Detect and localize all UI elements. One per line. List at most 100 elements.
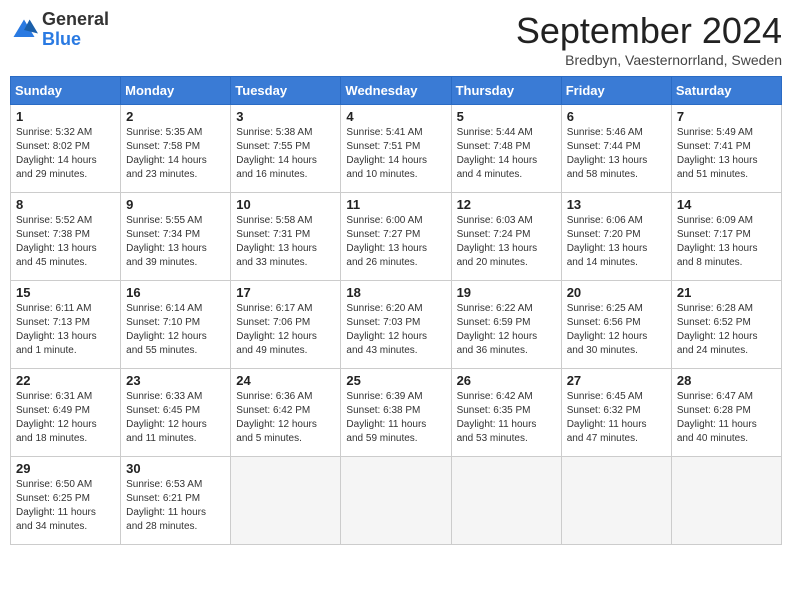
day-number: 24 [236,373,335,388]
calendar-table: SundayMondayTuesdayWednesdayThursdayFrid… [10,76,782,545]
day-number: 4 [346,109,445,124]
calendar-cell: 16 Sunrise: 6:14 AM Sunset: 7:10 PM Dayli… [121,281,231,369]
day-number: 20 [567,285,666,300]
calendar-cell: 20Sunrise: 6:25 AM Sunset: 6:56 PM Dayli… [561,281,671,369]
calendar-cell: 28 Sunrise: 6:47 AM Sunset: 6:28 PM Dayli… [671,369,781,457]
day-info: Sunrise: 6:50 AM Sunset: 6:25 PM Dayligh… [16,478,115,534]
day-info: Sunrise: 6:53 AM Sunset: 6:21 PM Dayligh… [126,478,225,534]
day-info: Sunrise: 6:03 AM Sunset: 7:24 PM Dayligh… [457,214,556,270]
day-number: 17 [236,285,335,300]
day-info: Sunrise: 5:46 AM Sunset: 7:44 PM Dayligh… [567,126,666,182]
day-number: 8 [16,197,115,212]
day-number: 30 [126,461,225,476]
day-info: Sunrise: 6:33 AM Sunset: 6:45 PM Dayligh… [126,390,225,446]
day-number: 16 [126,285,225,300]
calendar-cell: 29 Sunrise: 6:50 AM Sunset: 6:25 PM Dayli… [11,457,121,545]
location-subtitle: Bredbyn, Vaesternorrland, Sweden [516,52,782,68]
calendar-cell: 3 Sunrise: 5:38 AM Sunset: 7:55 PM Daylig… [231,105,341,193]
week-row-3: 15 Sunrise: 6:11 AM Sunset: 7:13 PM Dayli… [11,281,782,369]
weekday-header-saturday: Saturday [671,77,781,105]
calendar-cell: 27 Sunrise: 6:45 AM Sunset: 6:32 PM Dayli… [561,369,671,457]
day-info: Sunrise: 6:06 AM Sunset: 7:20 PM Dayligh… [567,214,666,270]
weekday-header-friday: Friday [561,77,671,105]
week-row-5: 29 Sunrise: 6:50 AM Sunset: 6:25 PM Dayli… [11,457,782,545]
day-info: Sunrise: 5:55 AM Sunset: 7:34 PM Dayligh… [126,214,225,270]
calendar-cell: 22 Sunrise: 6:31 AM Sunset: 6:49 PM Dayli… [11,369,121,457]
day-number: 6 [567,109,666,124]
day-info: Sunrise: 6:00 AM Sunset: 7:27 PM Dayligh… [346,214,445,270]
day-info: Sunrise: 6:36 AM Sunset: 6:42 PM Dayligh… [236,390,335,446]
calendar-cell: 26 Sunrise: 6:42 AM Sunset: 6:35 PM Dayli… [451,369,561,457]
calendar-cell: 11 Sunrise: 6:00 AM Sunset: 7:27 PM Dayli… [341,193,451,281]
day-info: Sunrise: 5:32 AM Sunset: 8:02 PM Dayligh… [16,126,115,182]
day-info: Sunrise: 6:11 AM Sunset: 7:13 PM Dayligh… [16,302,115,358]
day-number: 3 [236,109,335,124]
day-number: 29 [16,461,115,476]
calendar-cell: 17 Sunrise: 6:17 AM Sunset: 7:06 PM Dayli… [231,281,341,369]
day-number: 9 [126,197,225,212]
logo-text: General Blue [42,10,109,50]
day-number: 27 [567,373,666,388]
calendar-cell: 1 Sunrise: 5:32 AM Sunset: 8:02 PM Daylig… [11,105,121,193]
calendar-cell [451,457,561,545]
day-info: Sunrise: 5:35 AM Sunset: 7:58 PM Dayligh… [126,126,225,182]
calendar-cell [231,457,341,545]
calendar-cell: 24 Sunrise: 6:36 AM Sunset: 6:42 PM Dayli… [231,369,341,457]
day-info: Sunrise: 5:52 AM Sunset: 7:38 PM Dayligh… [16,214,115,270]
day-number: 15 [16,285,115,300]
calendar-cell: 18 Sunrise: 6:20 AM Sunset: 7:03 PM Dayli… [341,281,451,369]
day-info: Sunrise: 6:09 AM Sunset: 7:17 PM Dayligh… [677,214,776,270]
weekday-header-sunday: Sunday [11,77,121,105]
day-info: Sunrise: 6:31 AM Sunset: 6:49 PM Dayligh… [16,390,115,446]
logo-icon [10,16,38,44]
day-number: 13 [567,197,666,212]
day-info: Sunrise: 5:38 AM Sunset: 7:55 PM Dayligh… [236,126,335,182]
day-number: 19 [457,285,556,300]
day-number: 1 [16,109,115,124]
calendar-cell: 14 Sunrise: 6:09 AM Sunset: 7:17 PM Dayli… [671,193,781,281]
weekday-header-thursday: Thursday [451,77,561,105]
day-info: Sunrise: 5:58 AM Sunset: 7:31 PM Dayligh… [236,214,335,270]
day-number: 12 [457,197,556,212]
calendar-cell: 8 Sunrise: 5:52 AM Sunset: 7:38 PM Daylig… [11,193,121,281]
day-info: Sunrise: 6:45 AM Sunset: 6:32 PM Dayligh… [567,390,666,446]
day-info: Sunrise: 5:41 AM Sunset: 7:51 PM Dayligh… [346,126,445,182]
day-number: 18 [346,285,445,300]
day-number: 22 [16,373,115,388]
day-info: Sunrise: 6:17 AM Sunset: 7:06 PM Dayligh… [236,302,335,358]
calendar-cell [671,457,781,545]
day-number: 28 [677,373,776,388]
day-number: 5 [457,109,556,124]
day-info: Sunrise: 5:49 AM Sunset: 7:41 PM Dayligh… [677,126,776,182]
day-number: 23 [126,373,225,388]
calendar-cell: 15 Sunrise: 6:11 AM Sunset: 7:13 PM Dayli… [11,281,121,369]
title-block: September 2024 Bredbyn, Vaesternorrland,… [516,10,782,68]
day-info: Sunrise: 6:42 AM Sunset: 6:35 PM Dayligh… [457,390,556,446]
calendar-cell: 9 Sunrise: 5:55 AM Sunset: 7:34 PM Daylig… [121,193,231,281]
calendar-cell: 2Sunrise: 5:35 AM Sunset: 7:58 PM Daylig… [121,105,231,193]
calendar-cell: 21Sunrise: 6:28 AM Sunset: 6:52 PM Dayli… [671,281,781,369]
calendar-cell: 23 Sunrise: 6:33 AM Sunset: 6:45 PM Dayli… [121,369,231,457]
calendar-cell [341,457,451,545]
calendar-cell: 10Sunrise: 5:58 AM Sunset: 7:31 PM Dayli… [231,193,341,281]
day-number: 14 [677,197,776,212]
calendar-cell: 7Sunrise: 5:49 AM Sunset: 7:41 PM Daylig… [671,105,781,193]
day-info: Sunrise: 6:47 AM Sunset: 6:28 PM Dayligh… [677,390,776,446]
weekday-header-wednesday: Wednesday [341,77,451,105]
calendar-cell: 19 Sunrise: 6:22 AM Sunset: 6:59 PM Dayli… [451,281,561,369]
day-number: 26 [457,373,556,388]
day-number: 25 [346,373,445,388]
day-info: Sunrise: 5:44 AM Sunset: 7:48 PM Dayligh… [457,126,556,182]
calendar-cell: 12 Sunrise: 6:03 AM Sunset: 7:24 PM Dayli… [451,193,561,281]
week-row-1: 1 Sunrise: 5:32 AM Sunset: 8:02 PM Daylig… [11,105,782,193]
day-info: Sunrise: 6:20 AM Sunset: 7:03 PM Dayligh… [346,302,445,358]
calendar-cell: 13 Sunrise: 6:06 AM Sunset: 7:20 PM Dayli… [561,193,671,281]
calendar-cell: 4 Sunrise: 5:41 AM Sunset: 7:51 PM Daylig… [341,105,451,193]
day-number: 11 [346,197,445,212]
calendar-cell: 25Sunrise: 6:39 AM Sunset: 6:38 PM Dayli… [341,369,451,457]
day-info: Sunrise: 6:22 AM Sunset: 6:59 PM Dayligh… [457,302,556,358]
calendar-cell: 6 Sunrise: 5:46 AM Sunset: 7:44 PM Daylig… [561,105,671,193]
page-header: General Blue September 2024 Bredbyn, Vae… [10,10,782,68]
day-info: Sunrise: 6:14 AM Sunset: 7:10 PM Dayligh… [126,302,225,358]
month-title: September 2024 [516,10,782,52]
